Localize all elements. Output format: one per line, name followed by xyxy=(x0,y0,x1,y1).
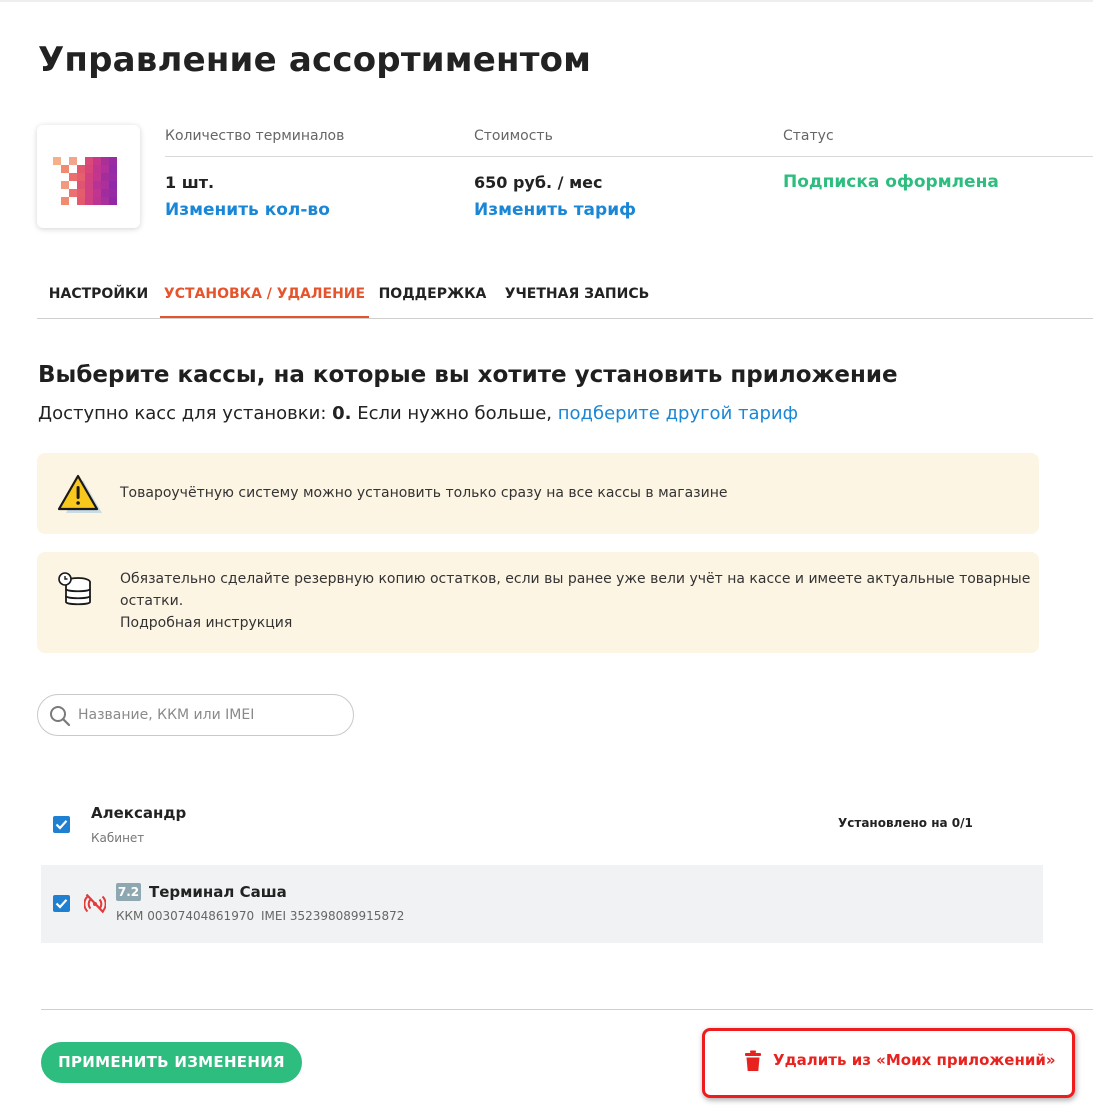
terminal-imei: IMEI 352398089915872 xyxy=(261,909,405,923)
checkmark-icon xyxy=(55,820,68,830)
search-input[interactable] xyxy=(78,704,338,726)
backup-line-1: Обязательно сделайте резервную копию ост… xyxy=(120,571,1031,587)
page-title: Управление ассортиментом xyxy=(38,40,592,80)
app-logo xyxy=(37,125,140,228)
info-divider xyxy=(165,156,1093,157)
top-border xyxy=(0,0,1093,2)
available-text: Доступно касс для установки: 0. Если нуж… xyxy=(38,403,798,424)
store-group-checkbox[interactable] xyxy=(53,816,70,833)
backup-notice: Обязательно сделайте резервную копию ост… xyxy=(37,552,1039,653)
backup-line-2: остатки. xyxy=(120,593,184,609)
version-badge: 7.2 xyxy=(116,883,141,901)
terminals-info: Количество терминалов 1 шт. Изменить кол… xyxy=(165,128,345,220)
install-status: Установлено на 0/1 xyxy=(838,816,973,830)
choose-tariff-link[interactable]: подберите другой тариф xyxy=(558,403,798,424)
backup-instructions-link[interactable]: Подробная инструкция xyxy=(120,612,1030,634)
warning-text: Товароучётную систему можно установить т… xyxy=(120,485,728,501)
cost-label: Стоимость xyxy=(474,128,553,144)
tab-account[interactable]: УЧЕТНАЯ ЗАПИСЬ xyxy=(496,270,658,318)
tab-support[interactable]: ПОДДЕРЖКА xyxy=(369,270,496,318)
cost-value: 650 руб. / мес xyxy=(474,173,603,192)
available-prefix: Доступно касс для установки: xyxy=(38,403,333,424)
no-signal-icon xyxy=(84,893,106,914)
backup-text: Обязательно сделайте резервную копию ост… xyxy=(120,568,1030,634)
tab-install-remove[interactable]: УСТАНОВКА / УДАЛЕНИЕ xyxy=(160,270,369,318)
cost-info: Стоимость 650 руб. / мес Изменить тариф xyxy=(474,128,636,220)
status-info: Статус Подписка оформлена xyxy=(783,128,999,192)
available-suffix: Если нужно больше, xyxy=(351,403,558,424)
checkmark-icon xyxy=(55,899,68,909)
apply-changes-button[interactable]: ПРИМЕНИТЬ ИЗМЕНЕНИЯ xyxy=(41,1042,302,1083)
store-group-name: Александр xyxy=(91,804,187,822)
status-label: Статус xyxy=(783,128,834,144)
change-quantity-link[interactable]: Изменить кол-во xyxy=(165,200,330,220)
warning-triangle-icon xyxy=(57,474,102,513)
app-logo-icon xyxy=(53,157,117,205)
change-tariff-link[interactable]: Изменить тариф xyxy=(474,200,636,220)
footer-divider xyxy=(41,1009,1093,1010)
status-value: Подписка оформлена xyxy=(783,172,999,192)
terminals-label: Количество терминалов xyxy=(165,128,345,144)
tab-settings[interactable]: НАСТРОЙКИ xyxy=(37,270,160,318)
search-icon xyxy=(50,706,71,727)
terminal-name: Терминал Саша xyxy=(149,883,287,901)
trash-icon xyxy=(745,1050,761,1071)
warning-notice: Товароучётную систему можно установить т… xyxy=(37,453,1039,534)
terminal-checkbox[interactable] xyxy=(53,895,70,912)
terminal-kkm: ККМ 00307404861970 xyxy=(116,909,255,923)
install-heading: Выберите кассы, на которые вы хотите уст… xyxy=(38,362,898,388)
store-group-subtitle: Кабинет xyxy=(91,831,145,845)
tab-bar: НАСТРОЙКИ УСТАНОВКА / УДАЛЕНИЕ ПОДДЕРЖКА… xyxy=(37,270,1093,319)
terminals-value: 1 шт. xyxy=(165,173,215,192)
database-clock-icon xyxy=(58,572,91,606)
remove-label: Удалить из «Моих приложений» xyxy=(773,1051,1056,1069)
available-count: 0. xyxy=(332,403,352,424)
search-box xyxy=(37,694,354,736)
terminal-row[interactable]: 7.2 Терминал Саша ККМ 00307404861970 IME… xyxy=(41,865,1043,943)
